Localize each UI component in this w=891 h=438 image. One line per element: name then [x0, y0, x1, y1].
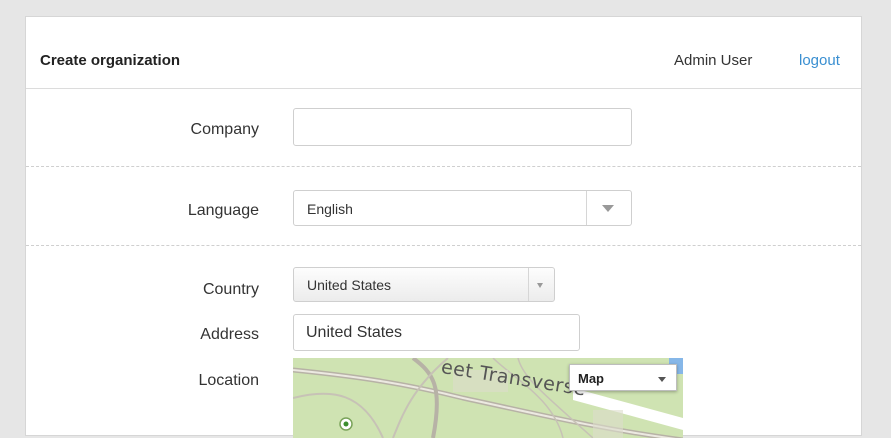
location-map[interactable]: eet Transverse Map	[293, 358, 683, 438]
logout-link[interactable]: logout	[799, 52, 840, 69]
location-label: Location	[198, 372, 260, 389]
country-select-toggle[interactable]	[528, 268, 554, 301]
map-type-selector[interactable]: Map	[569, 364, 677, 391]
address-label: Address	[200, 326, 259, 343]
language-label: Language	[187, 202, 259, 219]
company-label: Company	[190, 121, 259, 138]
page-title: Create organization	[40, 52, 181, 69]
chevron-down-icon	[658, 377, 666, 382]
language-select-toggle[interactable]	[586, 191, 631, 225]
language-select-value: English	[307, 201, 353, 217]
create-organization-panel: Create organization Admin User logout Co…	[25, 16, 862, 438]
company-input[interactable]	[293, 108, 632, 146]
section-divider	[26, 166, 861, 167]
map-type-label: Map	[578, 371, 604, 386]
chevron-down-icon	[602, 205, 614, 212]
chevron-down-icon	[537, 283, 543, 288]
language-select[interactable]: English	[293, 190, 632, 226]
panel-header: Create organization Admin User logout	[26, 17, 861, 89]
current-user-name: Admin User	[674, 52, 753, 69]
country-select-value: United States	[307, 277, 392, 293]
country-label: Country	[202, 281, 259, 298]
country-select[interactable]: United States	[293, 267, 555, 302]
address-input[interactable]	[293, 314, 580, 351]
section-divider	[26, 245, 861, 246]
